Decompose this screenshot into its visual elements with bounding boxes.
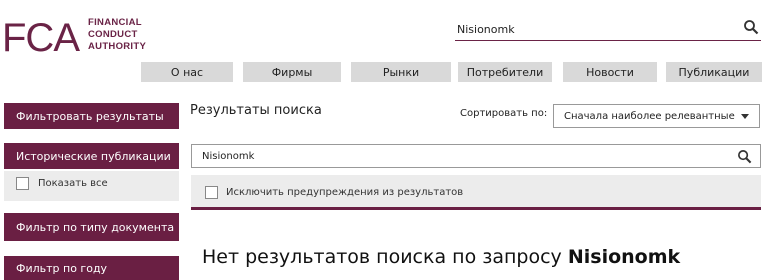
filter-results-button[interactable]: Фильтровать результаты <box>4 103 179 129</box>
sort-value: Сначала наиболее релевантные <box>564 110 735 122</box>
show-all-panel: Показать все <box>4 171 179 201</box>
no-results-text: Нет результатов поиска по запросу <box>202 246 562 268</box>
no-results-message: Нет результатов поиска по запросу Nision… <box>202 246 680 268</box>
logo-line-1: FINANCIAL <box>88 17 142 28</box>
historical-publications-button[interactable]: Исторические публикации <box>4 143 179 169</box>
exclude-warnings-panel: Исключить предупреждения из результатов <box>191 175 761 210</box>
page-title: Результаты поиска <box>190 103 322 118</box>
exclude-warnings-checkbox[interactable] <box>205 186 218 199</box>
fca-logo-mark[interactable]: FCA <box>2 18 80 58</box>
sort-label: Сортировать по: <box>460 108 548 119</box>
sort-select[interactable]: Сначала наиболее релевантные <box>553 104 760 128</box>
header-search <box>455 18 761 41</box>
nav-news[interactable]: Новости <box>563 62 657 82</box>
chevron-down-icon <box>741 114 749 119</box>
nav-consumers[interactable]: Потребители <box>458 62 552 82</box>
logo-line-3: AUTHORITY <box>88 41 147 52</box>
show-all-checkbox[interactable] <box>16 177 29 190</box>
exclude-warnings-label: Исключить предупреждения из результатов <box>226 187 464 198</box>
search-icon[interactable] <box>743 19 759 39</box>
fca-logo-text[interactable]: FINANCIAL CONDUCT AUTHORITY <box>88 17 146 53</box>
nav-markets[interactable]: Рынки <box>351 62 451 82</box>
show-all-label: Показать все <box>38 178 108 189</box>
header-search-input[interactable] <box>457 20 727 38</box>
results-search <box>191 144 761 168</box>
nav-firms[interactable]: Фирмы <box>243 62 341 82</box>
nav-about[interactable]: О нас <box>141 62 233 82</box>
filter-year-button[interactable]: Фильтр по году <box>4 256 179 280</box>
no-results-query: Nisionomk <box>567 246 681 268</box>
nav-publications[interactable]: Публикации <box>666 62 762 82</box>
logo-line-2: CONDUCT <box>88 29 138 40</box>
search-icon[interactable] <box>737 149 752 168</box>
results-search-input[interactable] <box>202 148 702 164</box>
filter-doc-type-button[interactable]: Фильтр по типу документа <box>4 213 179 241</box>
